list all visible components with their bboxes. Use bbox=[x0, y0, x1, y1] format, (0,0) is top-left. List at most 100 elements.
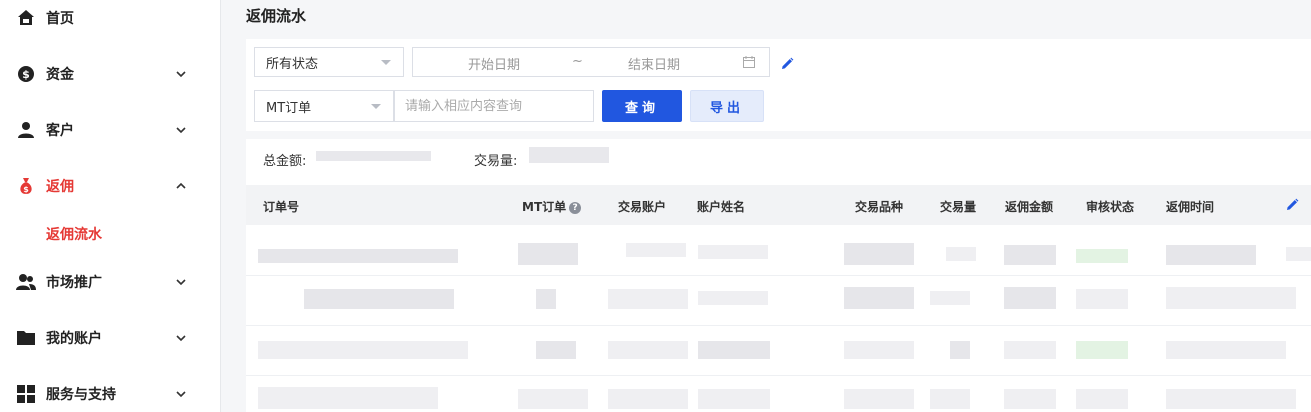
caret-down-icon bbox=[381, 60, 391, 65]
redacted-cell bbox=[1166, 287, 1296, 309]
sidebar-item-rebate[interactable]: $ 返佣 bbox=[0, 166, 220, 206]
redacted-cell bbox=[608, 341, 688, 359]
sidebar-item-home[interactable]: 首页 bbox=[0, 0, 220, 38]
redacted-cell bbox=[258, 341, 468, 359]
folder-icon bbox=[16, 328, 36, 348]
sidebar-item-label: 我的账户 bbox=[46, 331, 102, 347]
redacted-cell bbox=[946, 247, 976, 261]
calendar-icon bbox=[743, 56, 755, 68]
grid-icon bbox=[16, 384, 36, 404]
date-range-picker[interactable]: 开始日期 ~ 结束日期 bbox=[412, 47, 770, 77]
search-input[interactable] bbox=[394, 90, 594, 122]
sidebar-item-label: 首页 bbox=[46, 11, 74, 27]
sidebar-subitem-rebate-flow[interactable]: 返佣流水 bbox=[46, 224, 102, 244]
sidebar-item-my-account[interactable]: 我的账户 bbox=[0, 318, 220, 358]
redacted-cell bbox=[536, 341, 576, 359]
redacted-cell bbox=[1076, 389, 1128, 409]
table-row[interactable] bbox=[246, 325, 1311, 376]
table-body bbox=[246, 225, 1311, 412]
redacted-cell bbox=[626, 243, 686, 257]
redacted-cell bbox=[1004, 389, 1056, 409]
dollar-icon: $ bbox=[16, 64, 36, 84]
sidebar-item-clients[interactable]: 客户 bbox=[0, 110, 220, 150]
date-separator: ~ bbox=[572, 54, 583, 69]
redacted-cell bbox=[304, 289, 454, 309]
date-start-input[interactable]: 开始日期 bbox=[468, 54, 520, 73]
volume-value-redacted bbox=[529, 147, 609, 163]
redacted-cell bbox=[844, 341, 914, 359]
query-button[interactable]: 查询 bbox=[602, 90, 682, 122]
redacted-cell bbox=[1004, 287, 1056, 309]
sidebar-item-funds[interactable]: $ 资金 bbox=[0, 54, 220, 94]
table-header: 订单号 MT订单? 交易账户 账户姓名 交易品种 交易量 返佣金额 审核状态 返… bbox=[246, 185, 1311, 225]
redacted-cell bbox=[536, 289, 556, 309]
redacted-cell bbox=[1004, 341, 1056, 359]
redacted-cell bbox=[844, 243, 914, 265]
table-row[interactable] bbox=[246, 225, 1311, 276]
total-amount-value-redacted bbox=[316, 151, 431, 161]
redacted-cell bbox=[1166, 341, 1286, 359]
col-symbol: 交易品种 bbox=[855, 200, 904, 214]
redacted-cell bbox=[844, 287, 914, 309]
status-select[interactable]: 所有状态 bbox=[254, 47, 404, 77]
chevron-up-icon bbox=[175, 180, 187, 192]
redacted-cell bbox=[608, 289, 688, 309]
redacted-cell bbox=[950, 341, 970, 359]
sidebar-item-service-support[interactable]: 服务与支持 bbox=[0, 374, 220, 412]
sidebar-item-label: 服务与支持 bbox=[46, 387, 116, 403]
export-button[interactable]: 导出 bbox=[690, 90, 764, 122]
sidebar-item-label: 返佣 bbox=[46, 179, 74, 195]
redacted-cell bbox=[698, 389, 770, 409]
status-select-value: 所有状态 bbox=[266, 56, 319, 72]
chevron-down-icon bbox=[175, 332, 187, 344]
edit-pencil-icon[interactable] bbox=[780, 56, 794, 70]
redacted-cell bbox=[1166, 389, 1296, 409]
sidebar-item-label: 客户 bbox=[46, 123, 74, 139]
table-row[interactable] bbox=[246, 275, 1311, 326]
sidebar-item-marketing[interactable]: 市场推广 bbox=[0, 262, 220, 302]
redacted-cell bbox=[518, 389, 588, 409]
user-icon bbox=[16, 120, 36, 140]
redacted-cell bbox=[698, 245, 768, 259]
redacted-cell bbox=[930, 389, 970, 409]
sidebar-item-label: 资金 bbox=[46, 67, 74, 83]
app-root: 首页 $ 资金 客户 $ 返佣 返佣流水 市场推广 我的账户 服务与支持 返佣流… bbox=[0, 0, 1311, 412]
home-icon bbox=[16, 8, 36, 28]
sidebar-item-label: 市场推广 bbox=[46, 275, 102, 291]
table-row[interactable] bbox=[246, 375, 1311, 412]
redacted-cell bbox=[698, 291, 768, 305]
redacted-cell bbox=[1076, 249, 1128, 263]
volume-label: 交易量: bbox=[474, 154, 518, 169]
redacted-cell bbox=[1004, 245, 1056, 265]
sidebar: 首页 $ 资金 客户 $ 返佣 返佣流水 市场推广 我的账户 服务与支持 bbox=[0, 0, 221, 412]
redacted-cell bbox=[258, 387, 438, 409]
redacted-cell bbox=[1076, 289, 1128, 309]
redacted-cell bbox=[1076, 341, 1128, 359]
col-rebate-time: 返佣时间 bbox=[1166, 200, 1215, 214]
chevron-down-icon bbox=[175, 388, 187, 400]
col-review-status: 审核状态 bbox=[1086, 200, 1135, 214]
date-end-input[interactable]: 结束日期 bbox=[628, 54, 680, 73]
caret-down-icon bbox=[371, 104, 381, 109]
redacted-cell bbox=[258, 249, 458, 263]
redacted-cell bbox=[1286, 247, 1311, 261]
col-trading-account: 交易账户 bbox=[618, 200, 667, 214]
order-type-select[interactable]: MT订单 bbox=[254, 90, 394, 122]
svg-text:$: $ bbox=[22, 68, 30, 81]
order-type-select-value: MT订单 bbox=[266, 100, 312, 116]
redacted-cell bbox=[1166, 245, 1256, 265]
edit-columns-pencil-icon[interactable] bbox=[1285, 198, 1299, 212]
col-volume: 交易量 bbox=[940, 200, 977, 214]
help-icon[interactable]: ? bbox=[569, 202, 582, 214]
col-order-no: 订单号 bbox=[263, 200, 300, 214]
redacted-cell bbox=[930, 291, 970, 305]
total-amount-label: 总金额: bbox=[263, 154, 307, 169]
col-rebate-amount: 返佣金额 bbox=[1005, 200, 1054, 214]
redacted-cell bbox=[518, 243, 578, 265]
col-mt-order: MT订单? bbox=[522, 198, 582, 215]
users-icon bbox=[16, 272, 36, 292]
chevron-down-icon bbox=[175, 124, 187, 136]
redacted-cell bbox=[844, 389, 914, 409]
money-bag-icon: $ bbox=[16, 176, 36, 196]
col-mt-order-label: MT订单 bbox=[522, 200, 567, 214]
